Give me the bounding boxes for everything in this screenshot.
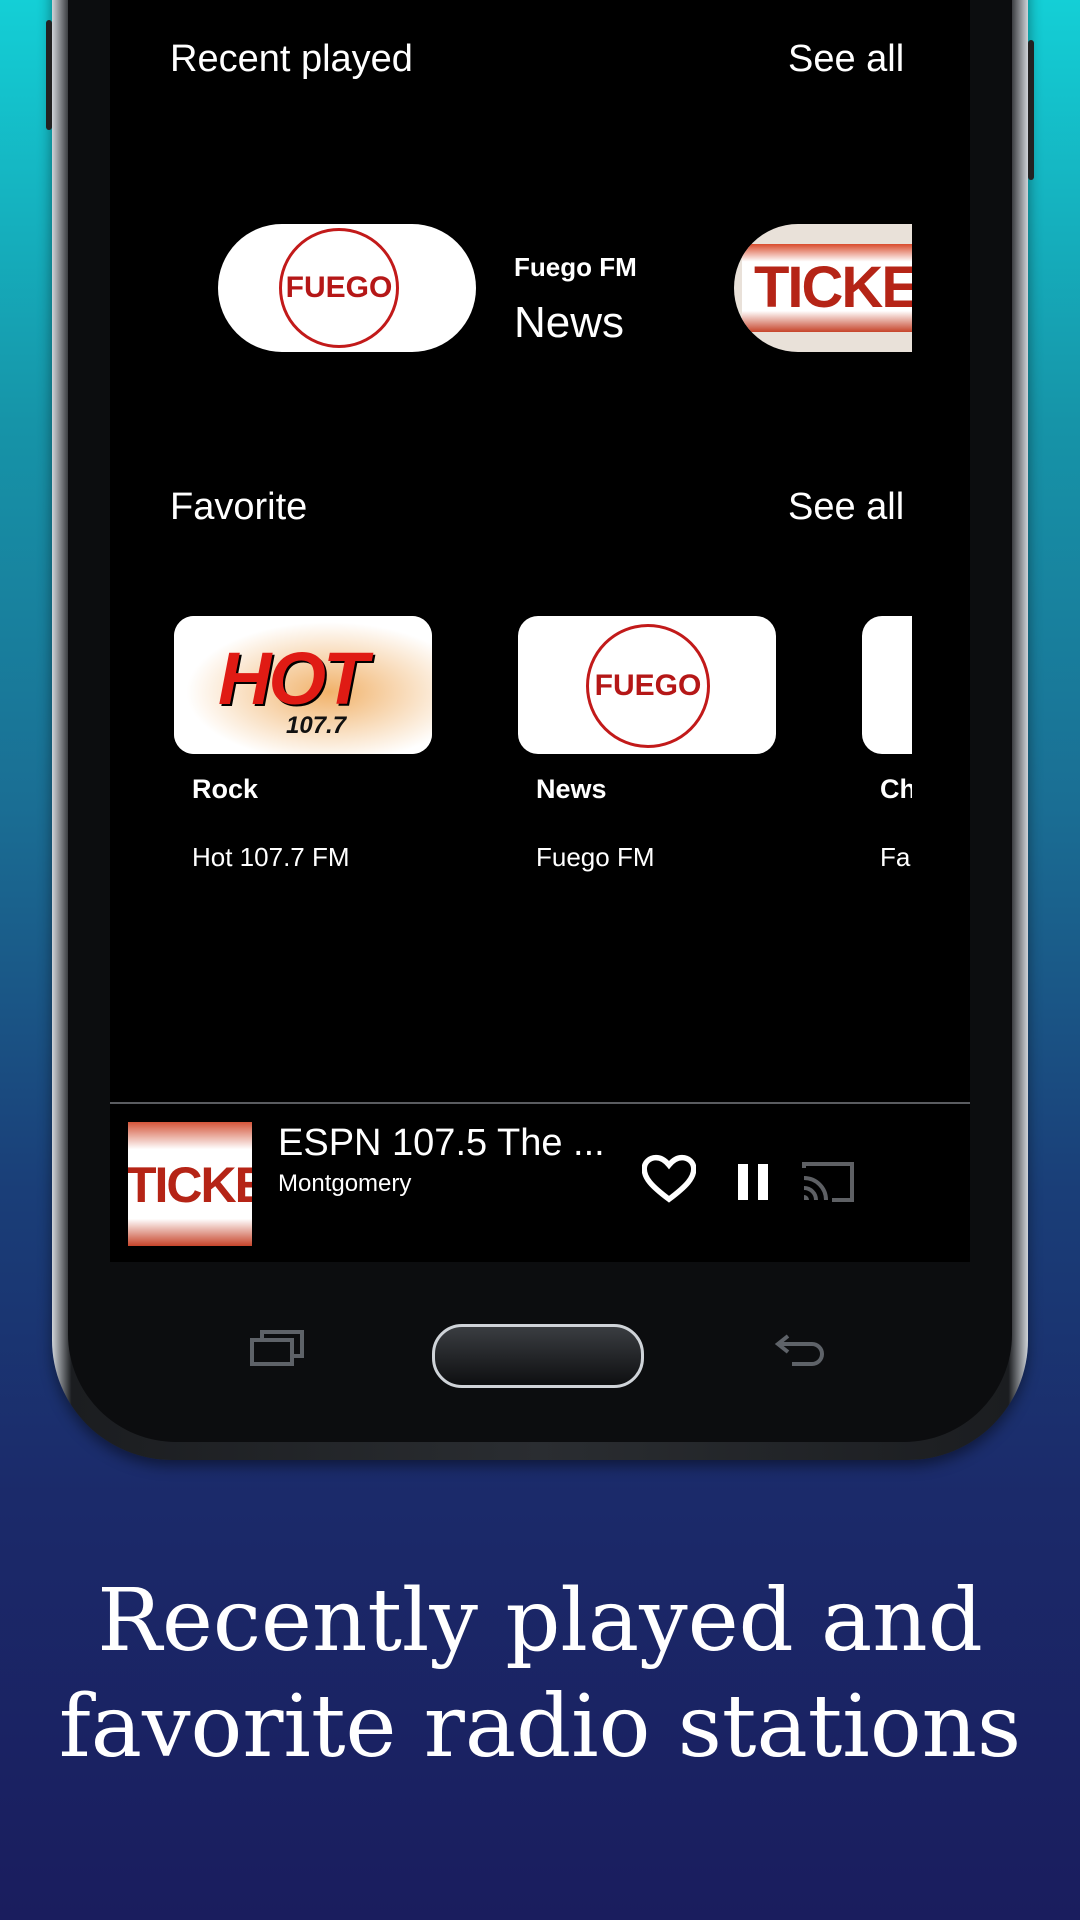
mini-player[interactable]: TICKE ESPN 107.5 The ... Montgomery bbox=[110, 1102, 970, 1262]
phone-side-button-right bbox=[1028, 40, 1034, 180]
favorite-card-genre: Rock bbox=[192, 774, 259, 804]
player-subtitle: Montgomery bbox=[278, 1170, 412, 1197]
ticket-logo-icon: TICKE bbox=[742, 244, 914, 332]
favorite-card-name: Hot 107.7 FM bbox=[192, 842, 350, 872]
favorite-card-logo[interactable]: HOT 107.7 bbox=[174, 616, 432, 754]
fuego-logo-icon-2: FUEGO bbox=[586, 624, 710, 748]
app-screen: Recent played See all FUEGO Fuego FM New… bbox=[110, 0, 970, 1262]
favorite-see-all-link[interactable]: See all bbox=[788, 486, 904, 529]
back-icon[interactable] bbox=[774, 1328, 830, 1368]
phone-navigation-bar bbox=[110, 1262, 970, 1402]
recent-see-all-link[interactable]: See all bbox=[788, 38, 904, 81]
player-station-logo-icon: TICKE bbox=[128, 1122, 252, 1246]
player-title: ESPN 107.5 The ... bbox=[278, 1122, 605, 1164]
favorite-card-logo-2[interactable]: FUEGO bbox=[518, 616, 776, 754]
favorite-card-name-3: Fa bbox=[880, 842, 911, 872]
favorite-card-genre-3: Ch bbox=[880, 774, 916, 804]
content-edge bbox=[912, 0, 970, 1100]
favorite-section-title: Favorite bbox=[170, 486, 308, 528]
phone-side-button-left bbox=[46, 20, 52, 130]
heart-icon[interactable] bbox=[641, 1154, 697, 1204]
promo-caption-line-2: favorite radio stations bbox=[58, 1677, 1022, 1777]
favorite-card-name-2: Fuego FM bbox=[536, 842, 655, 872]
favorite-card-genre-2: News bbox=[536, 774, 607, 804]
recent-item-logo-2[interactable]: TICKE bbox=[734, 224, 914, 352]
promo-caption-line-1: Recently played and bbox=[97, 1571, 983, 1671]
recent-section-title: Recent played bbox=[170, 38, 413, 80]
recent-item-logo[interactable]: FUEGO bbox=[218, 224, 476, 352]
home-button[interactable] bbox=[432, 1324, 644, 1388]
recent-item-name: Fuego FM bbox=[514, 252, 637, 282]
recent-apps-icon[interactable] bbox=[250, 1328, 306, 1368]
fuego-logo-icon: FUEGO bbox=[279, 228, 399, 348]
cast-icon[interactable] bbox=[800, 1160, 856, 1204]
hot-logo-icon: HOT 107.7 bbox=[174, 616, 432, 754]
pause-icon[interactable] bbox=[738, 1164, 768, 1200]
recent-item-genre: News bbox=[514, 298, 625, 347]
